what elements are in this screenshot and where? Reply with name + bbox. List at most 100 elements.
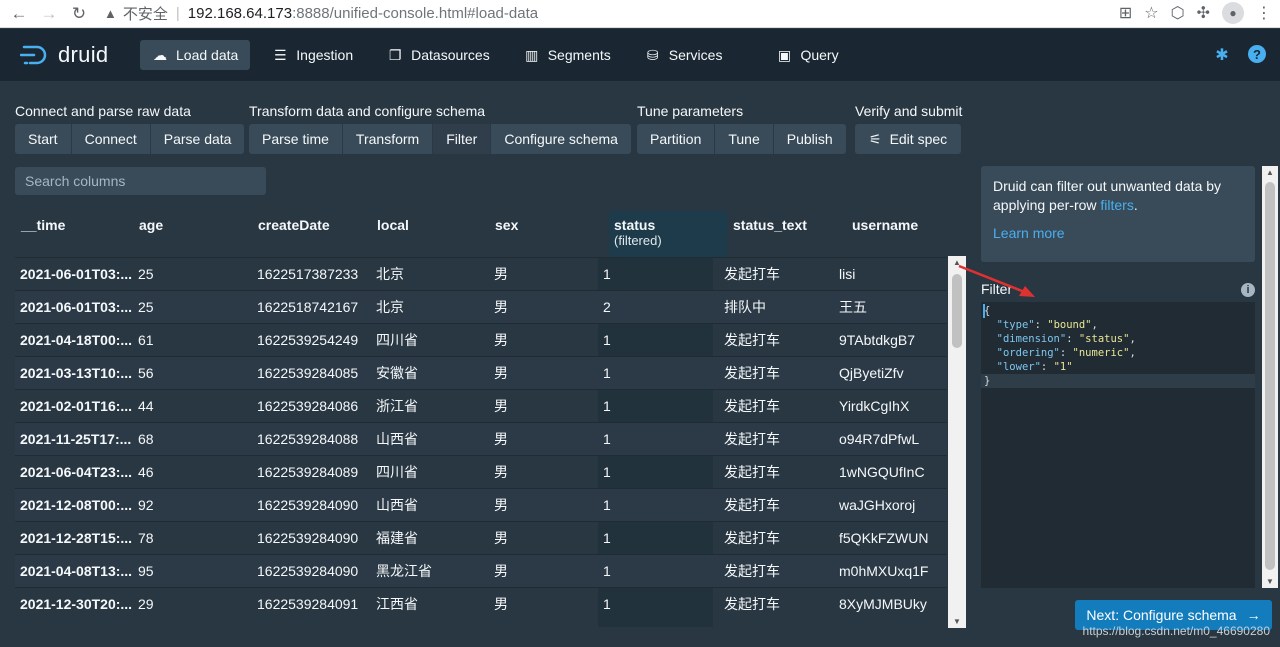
scroll-down-icon[interactable]: ▼ bbox=[1266, 577, 1274, 586]
cell-username: m0hMXUxq1F bbox=[839, 563, 929, 579]
column-header-status-text[interactable]: status_text bbox=[727, 207, 813, 257]
cell-time: 2021-04-08T13:... bbox=[20, 563, 133, 579]
cell-time: 2021-03-13T10:... bbox=[20, 365, 133, 381]
cell-age: 25 bbox=[138, 299, 154, 315]
column-header-username[interactable]: username bbox=[846, 207, 924, 257]
step-title: Transform data and configure schema bbox=[249, 103, 486, 119]
database-icon: ⛁ bbox=[646, 46, 659, 63]
cell-username: waJGHxoroj bbox=[839, 497, 916, 513]
tab-query[interactable]: ▣ Query bbox=[764, 40, 850, 70]
column-header-createdate[interactable]: createDate bbox=[252, 207, 336, 257]
cell-time: 2021-06-01T03:... bbox=[20, 266, 133, 282]
table-row: 2021-04-08T13:... 95 1622539284090 黑龙江省 男 1 发起… bbox=[15, 554, 947, 587]
tab-segments[interactable]: ▥ Segments bbox=[512, 40, 623, 70]
cell-age: 25 bbox=[138, 266, 154, 282]
json-line: "lower": "1" bbox=[996, 361, 1073, 373]
step-configure-schema-button[interactable]: Configure schema bbox=[491, 124, 631, 154]
step-parse-data-button[interactable]: Parse data bbox=[150, 124, 245, 154]
tab-services[interactable]: ⛁ Services bbox=[633, 40, 735, 70]
scrollbar-thumb[interactable] bbox=[1265, 182, 1275, 570]
filters-link[interactable]: filters bbox=[1100, 197, 1133, 213]
tab-load-data[interactable]: ☁ Load data bbox=[140, 40, 251, 70]
tab-label: Segments bbox=[547, 47, 611, 63]
edit-spec-label: Edit spec bbox=[889, 131, 948, 147]
scroll-up-icon[interactable]: ▲ bbox=[1266, 168, 1274, 177]
puzzle-icon[interactable]: ✣ bbox=[1197, 3, 1210, 23]
panel-scrollbar[interactable]: ▲ ▼ bbox=[1262, 166, 1278, 588]
cell-age: 44 bbox=[138, 398, 154, 414]
step-transform-button[interactable]: Transform bbox=[342, 124, 434, 154]
filter-info-callout: Druid can filter out unwanted data by ap… bbox=[981, 166, 1255, 262]
menu-icon[interactable]: ⋮ bbox=[1256, 3, 1272, 23]
step-partition-button[interactable]: Partition bbox=[637, 124, 716, 154]
help-icon[interactable]: ? bbox=[1248, 45, 1266, 63]
column-header-time[interactable]: __time bbox=[15, 207, 71, 257]
cell-status: 1 bbox=[603, 365, 611, 381]
cell-username: 9TAbtdkgB7 bbox=[839, 332, 916, 348]
filtered-note: (filtered) bbox=[614, 233, 662, 248]
cell-local: 山西省 bbox=[376, 431, 418, 447]
column-header-local[interactable]: local bbox=[371, 207, 415, 257]
back-icon[interactable]: ← bbox=[8, 3, 30, 25]
druid-logo[interactable]: druid bbox=[20, 42, 120, 68]
cell-age: 46 bbox=[138, 464, 154, 480]
table-row: 2021-03-13T10:... 56 1622539284085 安徽省 男 1 发起打… bbox=[15, 356, 947, 389]
cell-local: 黑龙江省 bbox=[376, 563, 432, 579]
json-key: "type" bbox=[996, 319, 1035, 331]
data-table: __time age createDate local sex status (… bbox=[15, 207, 947, 627]
filter-json-editor[interactable]: { "type": "bound", "dimension": "status"… bbox=[981, 302, 1255, 588]
cell-username: 8XyMJMBUky bbox=[839, 596, 927, 612]
tab-label: Ingestion bbox=[296, 47, 354, 63]
reload-icon[interactable]: ↻ bbox=[68, 3, 90, 25]
search-columns-input[interactable] bbox=[15, 167, 266, 195]
step-filter-button[interactable]: Filter bbox=[433, 124, 492, 154]
cell-local: 北京 bbox=[376, 299, 404, 315]
edit-spec-icon: ⚟ bbox=[869, 131, 882, 147]
json-key: "dimension" bbox=[996, 333, 1067, 345]
cell-time: 2021-04-18T00:... bbox=[20, 332, 133, 348]
step-edit-spec-button[interactable]: ⚟ Edit spec bbox=[855, 124, 962, 154]
column-header-age[interactable]: age bbox=[133, 207, 169, 257]
step-publish-button[interactable]: Publish bbox=[773, 124, 846, 154]
table-row: 2021-04-18T00:... 61 1622539254249 四川省 男 1 发起打… bbox=[15, 323, 947, 356]
step-tune-button[interactable]: Tune bbox=[715, 124, 774, 154]
cell-status: 1 bbox=[603, 497, 611, 513]
address-bar[interactable]: ▲ 不安全 | 192.168.64.173 :8888/unified-con… bbox=[104, 2, 538, 26]
arrow-right-icon: → bbox=[1246, 607, 1261, 623]
json-line: } bbox=[981, 374, 1255, 388]
json-value: "numeric" bbox=[1072, 347, 1130, 359]
info-icon[interactable]: i bbox=[1241, 283, 1255, 297]
column-header-status[interactable]: status (filtered) bbox=[608, 207, 668, 257]
tab-datasources[interactable]: ❐ Datasources bbox=[375, 40, 502, 70]
cell-createdate: 1622539284090 bbox=[257, 497, 359, 513]
url-path: :8888/unified-console.html#load-data bbox=[292, 5, 539, 22]
cell-status: 1 bbox=[603, 530, 611, 546]
table-scrollbar[interactable]: ▲ ▼ bbox=[948, 256, 966, 628]
json-brace: } bbox=[984, 375, 991, 387]
star-icon[interactable]: ☆ bbox=[1144, 3, 1158, 23]
step-title: Tune parameters bbox=[637, 103, 744, 119]
json-line: { bbox=[981, 304, 1255, 318]
learn-more-link[interactable]: Learn more bbox=[993, 224, 1243, 243]
step-parse-time-button[interactable]: Parse time bbox=[249, 124, 343, 154]
scroll-down-icon[interactable]: ▼ bbox=[953, 617, 961, 626]
cell-username: 王五 bbox=[839, 299, 867, 315]
cell-sex: 男 bbox=[494, 266, 508, 282]
step-connect-button[interactable]: Connect bbox=[71, 124, 151, 154]
next-button-label: Next: Configure schema bbox=[1086, 607, 1237, 623]
profile-avatar-icon[interactable]: ● bbox=[1222, 2, 1244, 24]
tab-label: Datasources bbox=[411, 47, 490, 63]
step-start-button[interactable]: Start bbox=[15, 124, 72, 154]
cell-username: QjByetiZfv bbox=[839, 365, 904, 381]
extension-cube-icon[interactable]: ⬡ bbox=[1171, 3, 1185, 23]
tab-ingestion[interactable]: ☰ Ingestion bbox=[260, 40, 365, 70]
cell-createdate: 1622539284085 bbox=[257, 365, 359, 381]
table-row: 2021-11-25T17:... 68 1622539284088 山西省 男 1 发起打… bbox=[15, 422, 947, 455]
table-row: 2021-12-08T00:... 92 1622539284090 山西省 男 1 发起打… bbox=[15, 488, 947, 521]
cell-time: 2021-11-25T17:... bbox=[20, 431, 132, 447]
column-header-sex[interactable]: sex bbox=[489, 207, 524, 257]
gear-icon[interactable]: ✱ bbox=[1212, 45, 1232, 65]
forward-icon[interactable]: → bbox=[38, 3, 60, 25]
application-icon: ▣ bbox=[777, 46, 792, 63]
translate-icon[interactable]: ⊞ bbox=[1119, 3, 1132, 23]
